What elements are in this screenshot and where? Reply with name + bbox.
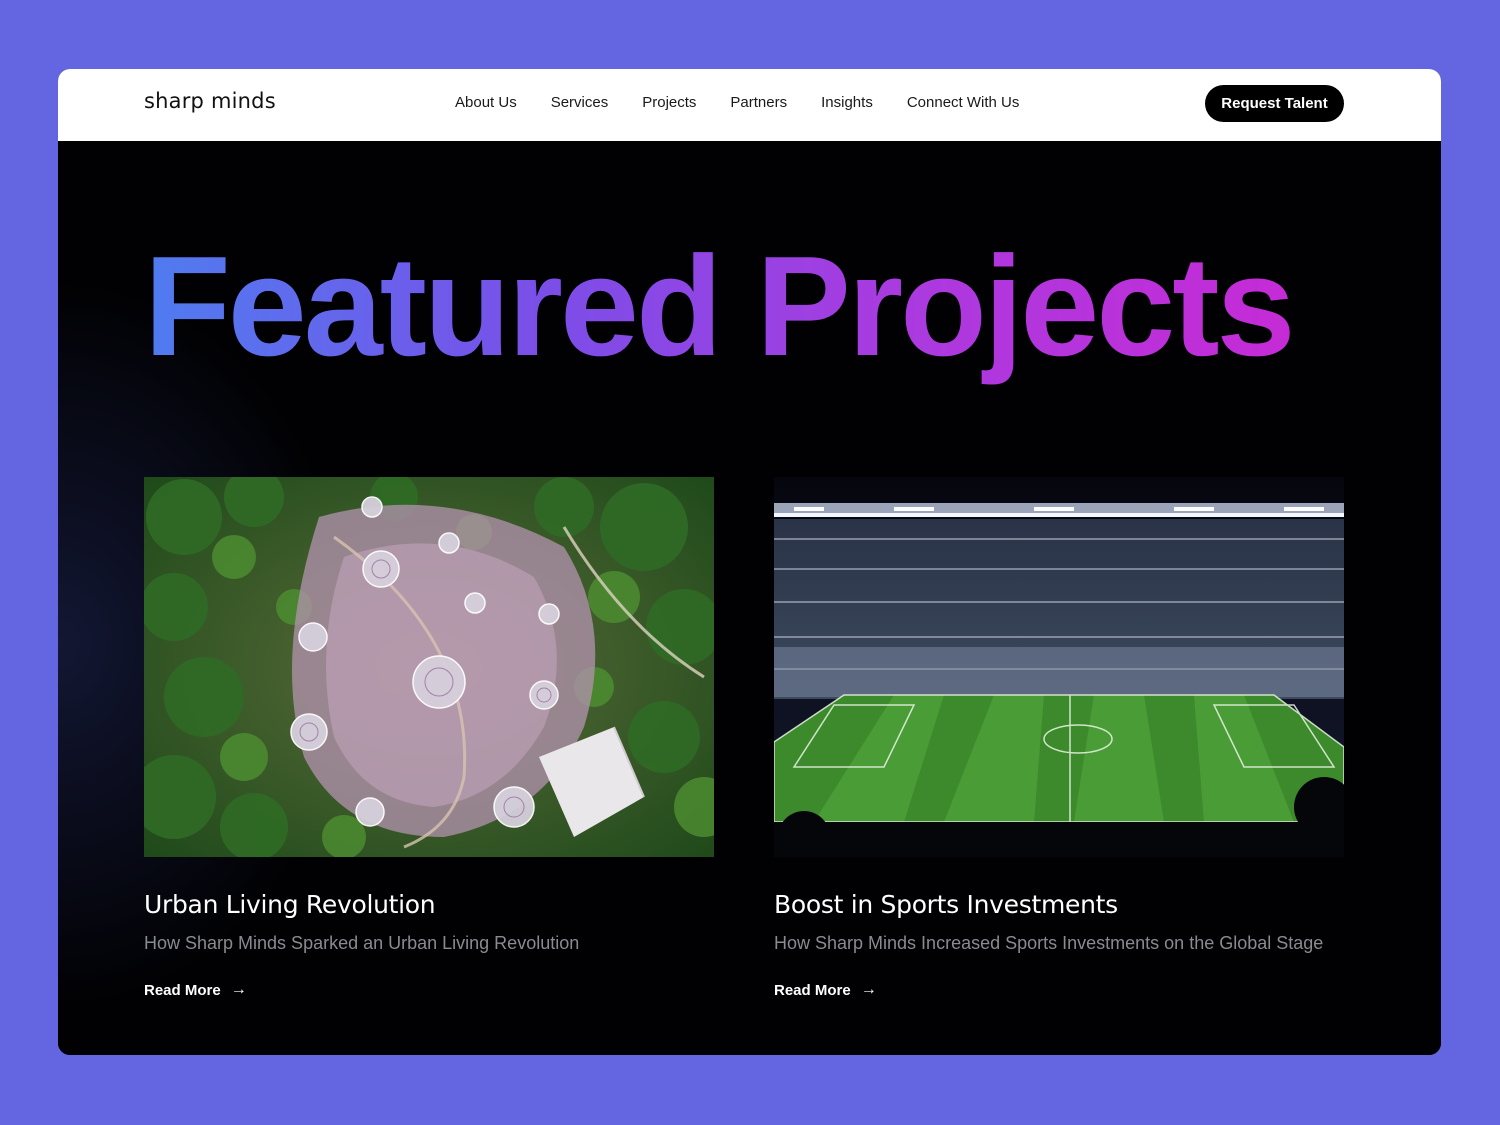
featured-projects-section: Featured Projects Urban Living Revolutio… <box>58 141 1441 1055</box>
project-subtitle: How Sharp Minds Increased Sports Investm… <box>774 933 1324 953</box>
nav-link-projects[interactable]: Projects <box>642 94 696 111</box>
nav-link-services[interactable]: Services <box>551 94 609 111</box>
nav-links: About Us Services Projects Partners Insi… <box>455 94 1053 111</box>
project-title[interactable]: Boost in Sports Investments <box>774 890 1344 919</box>
arrow-right-icon: → <box>230 981 247 998</box>
page-title: Featured Projects <box>144 225 1296 388</box>
nav-link-connect[interactable]: Connect With Us <box>907 94 1020 111</box>
project-card[interactable]: Boost in Sports Investments How Sharp Mi… <box>774 477 1344 1000</box>
arrow-right-icon: → <box>860 981 877 998</box>
read-more-label: Read More <box>774 981 851 999</box>
top-nav: sharp minds About Us Services Projects P… <box>58 69 1441 141</box>
read-more-label: Read More <box>144 981 221 999</box>
project-subtitle: How Sharp Minds Sparked an Urban Living … <box>144 933 580 953</box>
project-image-garden[interactable] <box>144 477 714 857</box>
nav-link-partners[interactable]: Partners <box>730 94 787 111</box>
nav-link-about-us[interactable]: About Us <box>455 94 517 111</box>
project-image-stadium[interactable] <box>774 477 1344 857</box>
nav-link-insights[interactable]: Insights <box>821 94 873 111</box>
read-more-link[interactable]: Read More → <box>144 981 247 999</box>
logo[interactable]: sharp minds <box>144 89 276 113</box>
request-talent-button[interactable]: Request Talent <box>1205 85 1344 122</box>
project-card[interactable]: Urban Living Revolution How Sharp Minds … <box>144 477 714 1000</box>
read-more-link[interactable]: Read More → <box>774 981 877 999</box>
browser-window: sharp minds About Us Services Projects P… <box>58 69 1441 1055</box>
project-title[interactable]: Urban Living Revolution <box>144 890 714 919</box>
